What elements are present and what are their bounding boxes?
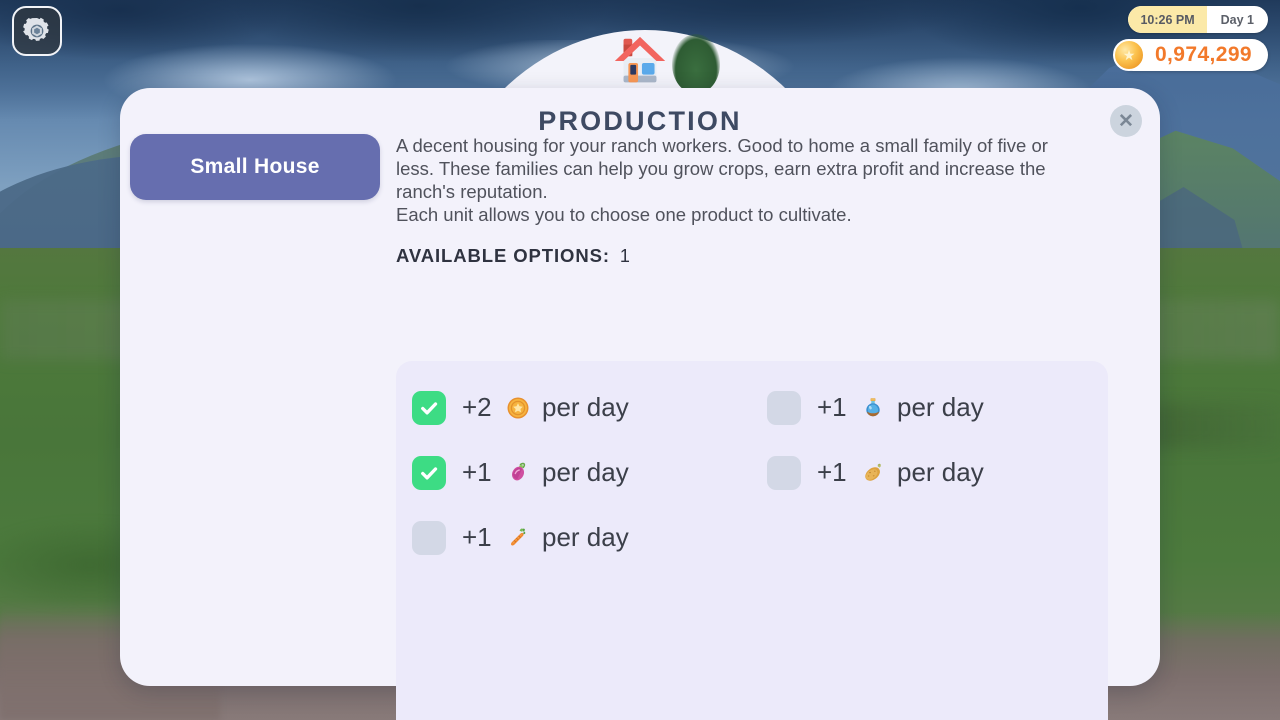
description-line-3: ranch's reputation. bbox=[396, 181, 548, 202]
option-amount: +1 bbox=[817, 457, 847, 487]
checkbox-checked[interactable] bbox=[412, 455, 446, 490]
option-amount: +1 bbox=[462, 522, 492, 552]
day-counter: Day 1 bbox=[1220, 12, 1254, 27]
available-options-count: 1 bbox=[619, 246, 630, 266]
option-amount: +1 bbox=[817, 392, 847, 422]
option-row-empty bbox=[751, 505, 1106, 570]
production-panel: PRODUCTION ✕ Small House A decent housin… bbox=[120, 88, 1160, 720]
close-icon[interactable]: ✕ bbox=[1110, 105, 1142, 137]
game-screen: 10:26 PM Day 1 ★ 0,974,299 PRODUCTION ✕ … bbox=[0, 0, 1280, 720]
coin-icon: ★ bbox=[1112, 39, 1145, 71]
production-option-row[interactable]: +1 per day bbox=[751, 375, 1106, 440]
production-option-row[interactable]: +2 per day bbox=[396, 375, 751, 440]
time-day-badge: 10:26 PM Day 1 bbox=[1128, 6, 1268, 33]
production-option-row[interactable]: +1 per day bbox=[396, 505, 751, 570]
production-options-grid: +2 per day +1 per day +1 per day +1 per day +1 pe… bbox=[396, 375, 1108, 570]
available-options-label: AVAILABLE OPTIONS: 1 bbox=[396, 245, 1128, 267]
option-suffix: per day bbox=[542, 522, 629, 552]
option-suffix: per day bbox=[542, 392, 629, 422]
checkbox-unchecked[interactable] bbox=[412, 520, 446, 555]
potion-bottle-icon bbox=[860, 396, 886, 420]
coin-amount: 0,974,299 bbox=[1154, 43, 1252, 66]
option-suffix: per day bbox=[897, 392, 984, 422]
clock-time: 10:26 PM bbox=[1128, 6, 1207, 33]
description-line-4: Each unit allows you to choose one produ… bbox=[396, 204, 852, 225]
option-suffix: per day bbox=[897, 457, 984, 487]
option-suffix: per day bbox=[542, 457, 629, 487]
checkbox-unchecked[interactable] bbox=[767, 390, 801, 425]
option-amount: +1 bbox=[462, 457, 492, 487]
coin-balance-badge: ★ 0,974,299 bbox=[1112, 39, 1268, 71]
production-options-box: +2 per day +1 per day +1 per day +1 per day +1 pe… bbox=[396, 361, 1108, 720]
gear-icon bbox=[22, 16, 52, 46]
checkbox-checked[interactable] bbox=[412, 390, 446, 425]
panel-content: A decent housing for your ranch workers.… bbox=[396, 134, 1128, 720]
option-amount: +2 bbox=[462, 392, 492, 422]
available-options-text: AVAILABLE OPTIONS: bbox=[396, 245, 610, 266]
settings-button[interactable] bbox=[12, 6, 62, 56]
checkbox-unchecked[interactable] bbox=[767, 455, 801, 490]
sidebar-item-small-house[interactable]: Small House bbox=[130, 134, 380, 200]
tree-cluster bbox=[672, 34, 720, 94]
coin-icon bbox=[505, 396, 531, 420]
hud-top-right: 10:26 PM Day 1 ★ 0,974,299 bbox=[1112, 6, 1268, 71]
production-option-row[interactable]: +1 per day bbox=[751, 440, 1106, 505]
description-line-1: A decent housing for your ranch workers.… bbox=[396, 135, 1048, 156]
potato-icon bbox=[860, 461, 886, 485]
page-title: PRODUCTION bbox=[538, 106, 742, 136]
production-option-row[interactable]: +1 per day bbox=[396, 440, 751, 505]
carrot-icon bbox=[505, 526, 531, 550]
description-line-2: less. These families can help you grow c… bbox=[396, 158, 1046, 179]
building-description: A decent housing for your ranch workers.… bbox=[396, 134, 1096, 226]
beet-icon bbox=[505, 461, 531, 485]
